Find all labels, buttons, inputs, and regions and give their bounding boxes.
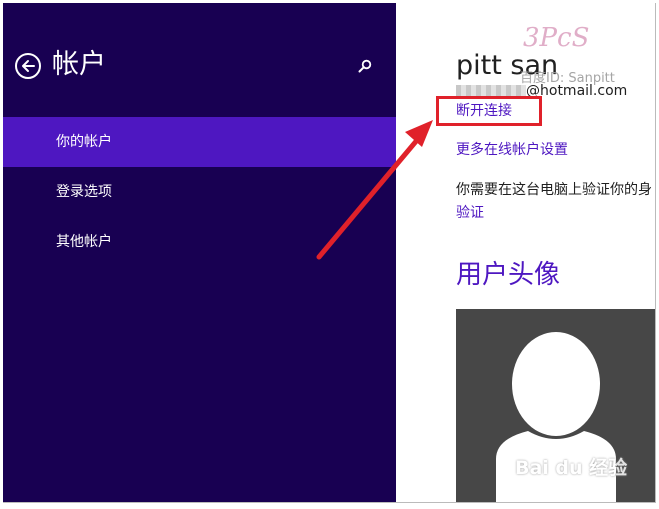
- annotation-arrow-icon: [316, 120, 433, 260]
- app-window: 帐户 你的帐户 登录选项 其他帐户 pitt san @hotmail.com …: [3, 3, 656, 503]
